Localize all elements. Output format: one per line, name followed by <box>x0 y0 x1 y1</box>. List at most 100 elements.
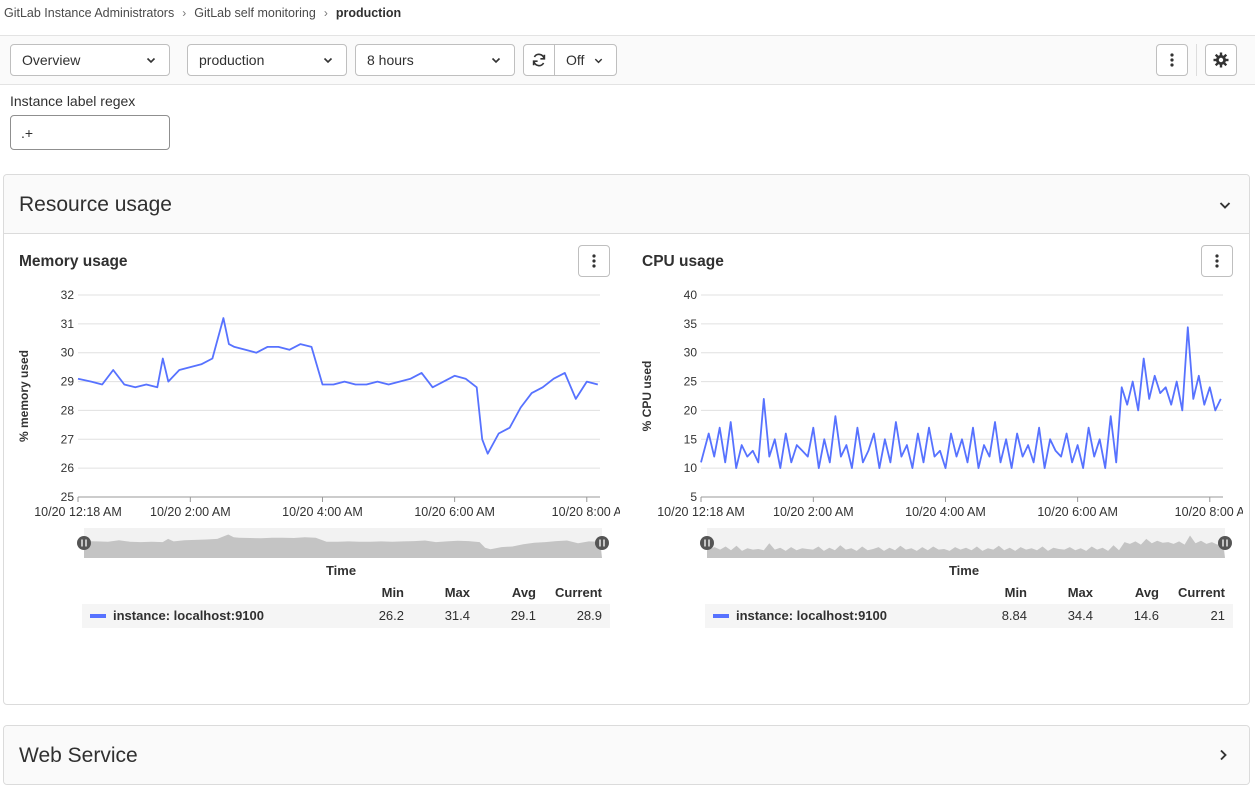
legend-row[interactable]: instance: localhost:9100 26.2 31.4 29.1 … <box>82 604 610 628</box>
breadcrumb-item-group[interactable]: GitLab Instance Administrators <box>4 6 174 20</box>
x-tick-label: 10/20 4:00 AM <box>282 505 363 519</box>
zoom-handle-icon <box>700 536 714 550</box>
x-tick-label: 10/20 12:18 AM <box>34 505 122 519</box>
retry-icon <box>532 53 546 67</box>
breadcrumb-separator-icon: › <box>323 6 328 20</box>
series-max: 31.4 <box>444 608 470 623</box>
series-color-swatch <box>90 614 106 618</box>
series-name: instance: localhost:9100 <box>113 608 264 623</box>
toolbar-divider <box>1196 44 1197 76</box>
legend-header-avg: Avg <box>511 585 536 600</box>
time-range-value: 8 hours <box>367 52 414 68</box>
cpu-usage-chart[interactable]: 5 10 15 20 25 30 35 40 10/20 12:18 AM 10/20 2:00 … <box>623 280 1243 585</box>
memory-chart-menu-button[interactable] <box>578 245 610 277</box>
series-avg: 29.1 <box>510 608 536 623</box>
regex-label: Instance label regex <box>10 93 136 109</box>
legend-header-max: Max <box>1067 585 1093 600</box>
y-tick-label: 25 <box>684 375 698 389</box>
series-avg: 14.6 <box>1133 608 1159 623</box>
dashboard-select[interactable]: Overview <box>10 44 170 76</box>
web-service-panel: Web Service <box>3 725 1250 785</box>
series-name: instance: localhost:9100 <box>736 608 887 623</box>
x-tick-label: 10/20 6:00 AM <box>414 505 495 519</box>
memory-usage-chart[interactable]: 25 26 27 28 29 30 31 32 10/20 12:18 AM 10/20 2:00… <box>0 280 620 585</box>
series-line <box>77 317 599 455</box>
refresh-interval-select[interactable]: Off <box>554 44 617 76</box>
y-tick-label: 29 <box>61 375 75 389</box>
cpu-chart-menu-button[interactable] <box>1201 245 1233 277</box>
series-color-swatch <box>713 614 729 618</box>
y-tick-label: 30 <box>61 346 75 360</box>
breadcrumb-item-current[interactable]: production <box>336 6 401 20</box>
y-tick-label: 31 <box>61 317 75 331</box>
refresh-button[interactable] <box>523 44 555 76</box>
chevron-down-icon <box>323 57 333 64</box>
panel-title: Web Service <box>19 744 138 767</box>
series-current: 21 <box>1210 608 1225 623</box>
memory-legend-table: Min Max Avg Current instance: localhost:… <box>82 585 610 630</box>
memory-chart-title: Memory usage <box>19 253 128 270</box>
dashboard-select-value: Overview <box>22 52 81 68</box>
y-tick-label: 25 <box>61 490 75 504</box>
panel-title: Resource usage <box>19 193 172 216</box>
web-service-header[interactable]: Web Service <box>4 726 1249 784</box>
y-axis-label: % memory used <box>17 350 31 442</box>
y-tick-label: 32 <box>61 288 75 302</box>
x-axis-label: Time <box>949 563 979 578</box>
series-current: 28.9 <box>576 608 602 623</box>
chevron-down-icon <box>491 57 501 64</box>
x-tick-label: 10/20 4:00 AM <box>905 505 986 519</box>
y-axis-label: % CPU used <box>640 361 654 432</box>
zoom-handle-icon <box>595 536 609 550</box>
y-tick-label: 20 <box>684 403 698 417</box>
y-tick-label: 10 <box>684 461 698 475</box>
series-min: 26.2 <box>378 608 404 623</box>
y-tick-label: 40 <box>684 288 698 302</box>
x-tick-label: 10/20 8:00 A <box>1175 505 1243 519</box>
settings-button[interactable] <box>1205 44 1237 76</box>
y-tick-label: 27 <box>61 432 75 446</box>
series-line <box>700 326 1222 470</box>
legend-header-current: Current <box>555 585 602 600</box>
environment-select[interactable]: production <box>187 44 347 76</box>
chevron-down-icon <box>146 57 156 64</box>
y-tick-label: 35 <box>684 317 698 331</box>
x-tick-label: 10/20 8:00 A <box>552 505 620 519</box>
time-range-select[interactable]: 8 hours <box>355 44 515 76</box>
chevron-down-icon[interactable] <box>1218 198 1232 212</box>
zoom-handle-icon <box>1218 536 1232 550</box>
y-tick-label: 15 <box>684 432 698 446</box>
legend-header-min: Min <box>381 585 404 600</box>
dashboard-actions-button[interactable] <box>1156 44 1188 76</box>
x-axis-label: Time <box>326 563 356 578</box>
zoom-handle-icon <box>77 536 91 550</box>
legend-row[interactable]: instance: localhost:9100 8.84 34.4 14.6 … <box>705 604 1233 628</box>
x-tick-label: 10/20 2:00 AM <box>150 505 231 519</box>
ellipsis-v-icon <box>592 254 596 268</box>
cpu-legend-table: Min Max Avg Current instance: localhost:… <box>705 585 1233 630</box>
ellipsis-v-icon <box>1215 254 1219 268</box>
chevron-down-icon <box>594 58 603 64</box>
environment-select-value: production <box>199 52 265 68</box>
y-tick-label: 5 <box>690 490 697 504</box>
cpu-chart-title: CPU usage <box>642 253 724 270</box>
breadcrumb-separator-icon: › <box>182 6 187 20</box>
y-tick-label: 26 <box>61 461 75 475</box>
ellipsis-v-icon <box>1170 53 1174 67</box>
legend-header-current: Current <box>1178 585 1225 600</box>
settings-icon <box>1213 52 1229 68</box>
resource-usage-header[interactable]: Resource usage <box>4 175 1249 234</box>
refresh-interval-value: Off <box>566 52 585 68</box>
x-tick-label: 10/20 2:00 AM <box>773 505 854 519</box>
regex-input[interactable] <box>10 115 170 150</box>
breadcrumb: GitLab Instance Administrators › GitLab … <box>4 6 401 20</box>
y-tick-label: 28 <box>61 403 75 417</box>
legend-header-min: Min <box>1004 585 1027 600</box>
chevron-right-icon[interactable] <box>1216 748 1230 762</box>
breadcrumb-item-project[interactable]: GitLab self monitoring <box>194 6 316 20</box>
legend-header-max: Max <box>444 585 470 600</box>
series-max: 34.4 <box>1067 608 1093 623</box>
y-tick-label: 30 <box>684 346 698 360</box>
x-tick-label: 10/20 12:18 AM <box>657 505 745 519</box>
legend-header-avg: Avg <box>1134 585 1159 600</box>
